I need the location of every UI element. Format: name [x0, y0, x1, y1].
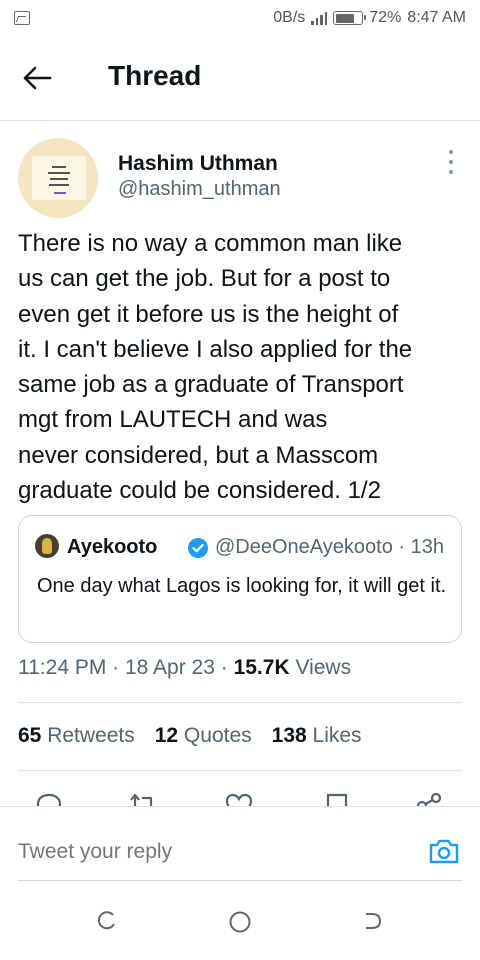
tweet-time: 11:24 PM	[18, 656, 107, 679]
tweet-line: us can get the job. But for a post to	[18, 265, 391, 293]
views-count[interactable]: 15.7K	[234, 656, 290, 679]
arrow-left-icon	[23, 66, 52, 90]
clock: 8:47 AM	[407, 9, 466, 26]
tweet-line: There is no way a common man like	[18, 230, 403, 257]
system-nav-bar	[0, 882, 480, 960]
header: Thread	[0, 36, 480, 120]
separator: ·	[214, 656, 234, 679]
retweets-stat[interactable]: 65 Retweets	[18, 724, 135, 748]
back-button[interactable]	[22, 62, 62, 94]
status-bar: 0B/s 72% 8:47 AM	[0, 0, 480, 36]
quotes-stat[interactable]: 12 Quotes	[155, 724, 252, 748]
views-label[interactable]: Views	[290, 656, 351, 679]
verified-badge-icon	[188, 538, 208, 558]
bookmark-icon[interactable]	[322, 792, 352, 806]
camera-icon[interactable]	[428, 836, 460, 866]
divider	[18, 770, 462, 771]
header-divider	[0, 120, 480, 121]
more-vertical-icon[interactable]	[444, 150, 458, 174]
reply-input[interactable]	[18, 836, 408, 868]
action-divider	[0, 806, 480, 807]
divider	[18, 702, 462, 703]
battery-percent: 72%	[369, 9, 402, 26]
tweet-line: even get it before us is the height of	[18, 300, 399, 328]
tweet-line: it. I can't believe I also applied for t…	[18, 335, 413, 363]
quote-meta: @DeeOneAyekooto · 13h	[215, 536, 444, 558]
tweet-line: same job as a graduate of Transport	[18, 371, 404, 399]
tweet-line: never considered, but a Masscom	[18, 441, 379, 469]
tweet-line: mgt from LAUTECH and was	[18, 406, 328, 434]
reply-icon[interactable]	[34, 792, 64, 806]
quote-text: One day what Lagos is looking for, it wi…	[37, 575, 447, 597]
home-icon[interactable]	[228, 910, 252, 934]
like-icon[interactable]	[224, 792, 254, 806]
avatar[interactable]	[18, 138, 98, 218]
share-icon[interactable]	[414, 792, 444, 806]
quote-author-name: Ayekooto	[67, 536, 158, 558]
tweet-line: graduate could be considered. 1/2	[18, 477, 381, 505]
battery-icon	[333, 11, 367, 25]
retweet-icon[interactable]	[128, 792, 158, 806]
action-bar	[0, 786, 480, 806]
reply-divider	[18, 880, 462, 881]
author-name[interactable]: Hashim Uthman	[118, 152, 278, 176]
separator: ·	[106, 656, 125, 679]
tweet-stats: 65 Retweets 12 Quotes 138 Likes	[18, 724, 382, 748]
tweet-date: 18 Apr 23	[125, 656, 215, 679]
quote-avatar	[35, 534, 59, 558]
tweet-timestamp: 11:24 PM · 18 Apr 23 · 15.7K Views	[18, 656, 351, 680]
likes-stat[interactable]: 138 Likes	[272, 724, 362, 748]
back-icon[interactable]	[362, 910, 384, 932]
avatar-image	[32, 156, 86, 200]
author-handle[interactable]: @hashim_uthman	[118, 178, 281, 201]
page-title: Thread	[108, 60, 202, 91]
quoted-tweet[interactable]: Ayekooto @DeeOneAyekooto · 13h One day w…	[18, 515, 462, 643]
data-rate: 0B/s	[273, 9, 306, 26]
signal-icon	[311, 11, 328, 25]
image-icon	[14, 11, 30, 25]
recents-icon[interactable]	[96, 910, 118, 932]
tweet-text: There is no way a common man like us can…	[18, 226, 468, 508]
